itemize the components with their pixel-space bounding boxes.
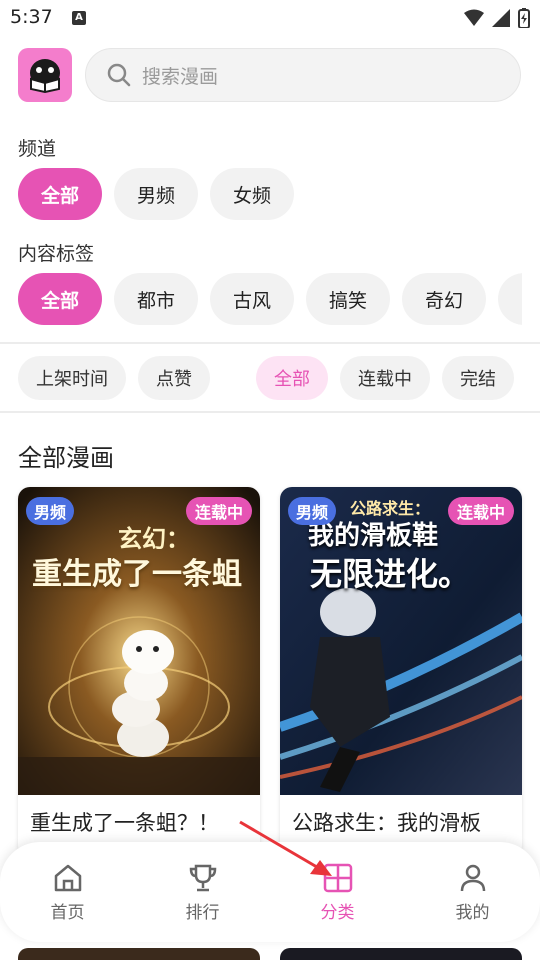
status-badge: 连载中 [447, 497, 514, 525]
nav-home[interactable]: 首页 [0, 842, 135, 942]
tag-chips-scroller[interactable]: 全部 都市 古风 搞笑 奇幻 玄 [0, 273, 522, 327]
channel-badge: 男频 [26, 497, 75, 525]
search-input[interactable]: 搜索漫画 [85, 48, 521, 102]
battery-icon [518, 8, 530, 28]
reading-mascot-icon [30, 59, 60, 93]
channel-label: 频道 [18, 138, 57, 160]
trophy-icon [189, 864, 216, 891]
status-filter-all[interactable]: 全部 [256, 356, 328, 400]
status-filter-completed[interactable]: 完结 [442, 356, 514, 400]
status-filter-ongoing[interactable]: 连载中 [340, 356, 430, 400]
status-icons [464, 8, 530, 28]
tag-chip-all[interactable]: 全部 [18, 273, 102, 325]
nav-ranking-label: 排行 [185, 902, 220, 923]
comic-card-peek[interactable] [280, 948, 522, 960]
wifi-icon [464, 9, 484, 26]
channel-chip-all[interactable]: 全部 [18, 168, 102, 220]
sort-by-date[interactable]: 上架时间 [18, 356, 126, 400]
tag-chip-ancient[interactable]: 古风 [210, 273, 294, 325]
tags-label: 内容标签 [18, 243, 95, 265]
search-icon [107, 63, 131, 87]
divider [0, 342, 540, 344]
sort-filter-row: 上架时间 点赞 全部 连载中 完结 [18, 356, 514, 400]
tag-chip-comedy[interactable]: 搞笑 [306, 273, 390, 325]
comic-card-peek[interactable] [18, 948, 260, 960]
annotation-arrow-icon [239, 820, 332, 876]
comic-cover: 玄幻： 重生成了一条蛆 [18, 487, 260, 795]
cover-title: 重生成了一条蛆 [32, 557, 242, 592]
app-logo [18, 48, 72, 102]
status-badge: 连载中 [185, 497, 252, 525]
tag-chip-fantasy[interactable]: 奇幻 [402, 273, 486, 325]
tag-chip-urban[interactable]: 都市 [114, 273, 198, 325]
list-title: 全部漫画 [18, 444, 114, 472]
status-time: 5:37 [10, 6, 53, 28]
signal-icon [492, 9, 510, 27]
nav-profile[interactable]: 我的 [405, 842, 540, 942]
channel-chips: 全部 男频 女频 [18, 168, 294, 220]
comic-title: 重生成了一条蛆？！ [30, 811, 219, 835]
search-placeholder: 搜索漫画 [142, 65, 219, 88]
sort-by-likes[interactable]: 点赞 [138, 356, 210, 400]
divider [0, 411, 540, 413]
tag-chips: 全部 都市 古风 搞笑 奇幻 玄 [18, 273, 522, 325]
cover-title-line2: 无限进化。 [310, 555, 471, 593]
person-icon [460, 864, 485, 891]
tag-chip-xuan[interactable]: 玄 [498, 273, 522, 325]
comic-card[interactable]: 公路求生： 我的滑板鞋 无限进化。 男频 连载中 公路求生：我的滑板 [280, 487, 522, 857]
comic-card[interactable]: 玄幻： 重生成了一条蛆 男频 连载中 重生成了一条蛆？！ [18, 487, 260, 857]
comic-cover: 公路求生： 我的滑板鞋 无限进化。 [280, 487, 522, 795]
channel-chip-male[interactable]: 男频 [114, 168, 198, 220]
nav-home-label: 首页 [50, 902, 85, 923]
home-icon [54, 864, 81, 891]
notification-icon: A [72, 11, 86, 25]
nav-profile-label: 我的 [455, 902, 490, 923]
channel-chip-female[interactable]: 女频 [210, 168, 294, 220]
channel-badge: 男频 [288, 497, 337, 525]
status-bar: 5:37 A [0, 0, 540, 36]
nav-category-label: 分类 [320, 902, 355, 923]
